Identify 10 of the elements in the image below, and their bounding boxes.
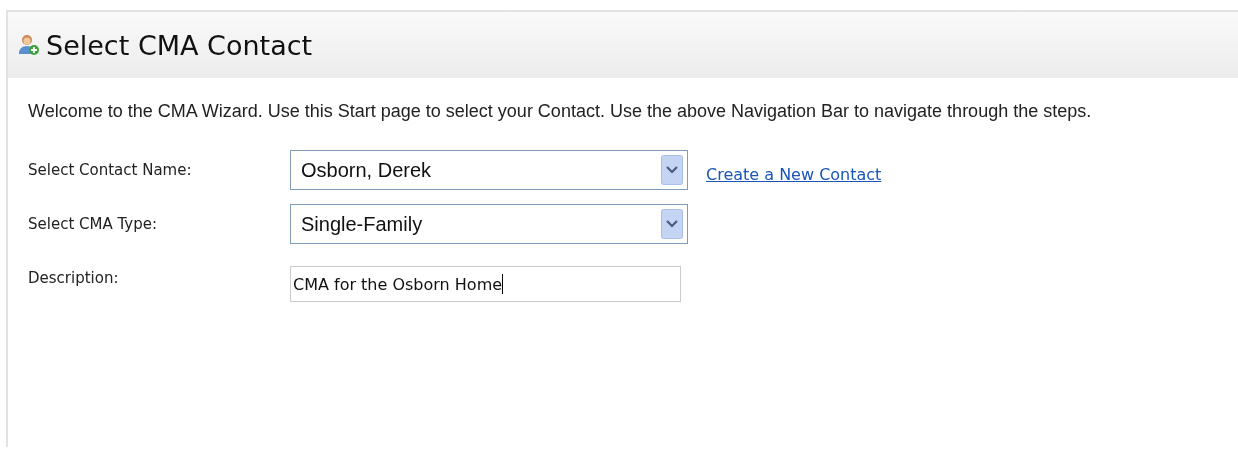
intro-text: Welcome to the CMA Wizard. Use this Start page to select your Contact. Use the above Navigation Bar to navigate through the steps. bbox=[28, 100, 1093, 123]
field-label: Description: bbox=[28, 269, 120, 287]
description-field[interactable]: CMA for the Osborn Home bbox=[290, 266, 681, 302]
page-title: Select CMA Contact bbox=[46, 29, 313, 61]
field-label: Select Contact Name: bbox=[28, 161, 193, 179]
create-contact-link[interactable]: Create a New Contact bbox=[706, 164, 882, 184]
field-label: Select CMA Type: bbox=[28, 215, 158, 233]
dropdown[interactable]: Single-Family bbox=[290, 204, 688, 244]
add-contact-icon bbox=[18, 34, 40, 56]
dropdown[interactable]: Osborn, Derek bbox=[290, 150, 688, 190]
